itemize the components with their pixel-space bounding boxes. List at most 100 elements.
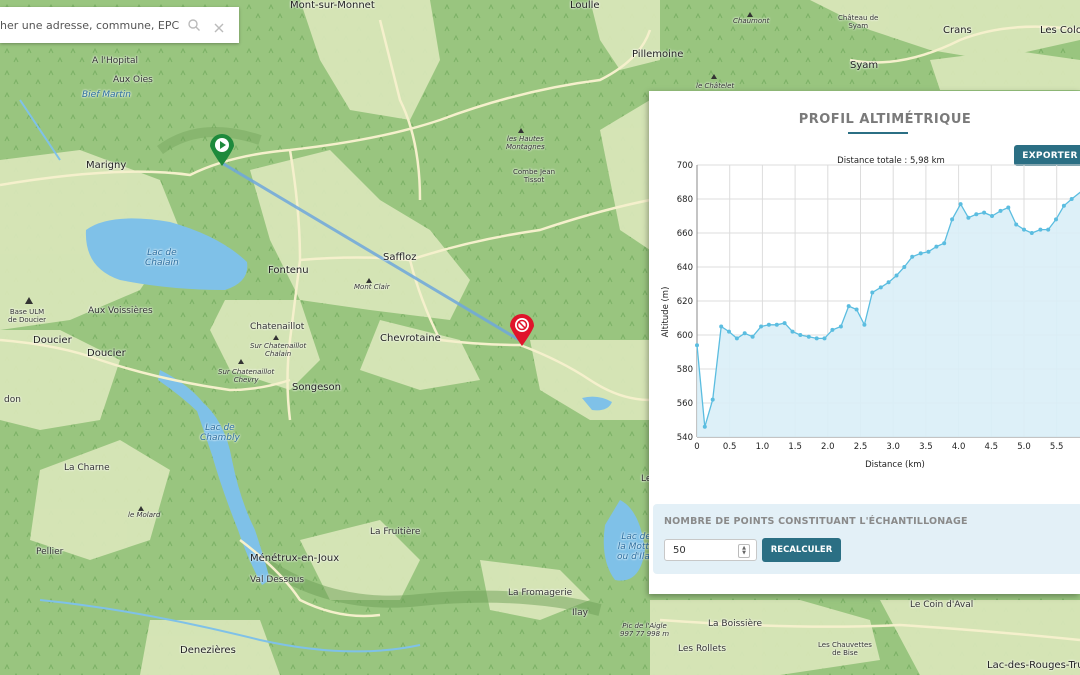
y-axis-label: Altitude (m) [661, 287, 671, 338]
profile-point[interactable] [862, 322, 867, 327]
profile-point[interactable] [766, 322, 771, 327]
profile-point[interactable] [798, 333, 803, 337]
profile-point[interactable] [974, 212, 979, 217]
profile-point[interactable] [822, 336, 827, 341]
map-label-lac-chambly: Lac de Chambly [200, 423, 240, 443]
profile-point[interactable] [1038, 227, 1043, 232]
map-label-syam: Syam [850, 60, 879, 71]
profile-point[interactable] [734, 336, 739, 341]
profile-point[interactable] [710, 397, 715, 402]
profile-point[interactable] [870, 290, 875, 295]
profile-point[interactable] [846, 304, 851, 309]
map-label-edon: don [4, 395, 21, 405]
profile-point[interactable] [1014, 222, 1019, 227]
map-label-crans: Crans [943, 25, 972, 36]
profile-point[interactable] [695, 343, 699, 348]
x-tick-label: 3.5 [919, 442, 933, 452]
map-label-saffloz: Saffloz [383, 252, 417, 263]
profile-point[interactable] [742, 331, 747, 336]
map-label-fontenu: Fontenu [268, 265, 309, 276]
profile-point[interactable] [934, 244, 939, 249]
profile-point[interactable] [790, 329, 795, 334]
profile-point[interactable] [958, 202, 963, 207]
profile-point[interactable] [750, 334, 755, 339]
profile-point[interactable] [878, 285, 883, 290]
map-label-pillemoine: Pillemoine [632, 49, 684, 60]
profile-point[interactable] [838, 324, 843, 329]
map-label-songeson: Songeson [292, 382, 341, 393]
profile-point[interactable] [894, 273, 899, 278]
profile-point[interactable] [1022, 227, 1026, 232]
map-label-menetrux: Ménétrux-en-Joux [250, 553, 340, 564]
profile-point[interactable] [830, 327, 835, 332]
x-tick-label: 4.0 [952, 442, 966, 452]
x-tick-label: 3.0 [886, 442, 900, 452]
profile-point[interactable] [966, 215, 971, 220]
map-label-ilay: Ilay [572, 608, 588, 618]
profile-point[interactable] [982, 210, 987, 215]
y-tick-label: 560 [677, 399, 693, 409]
search-icon[interactable] [188, 17, 200, 36]
profile-point[interactable] [1029, 231, 1034, 235]
profile-point[interactable] [719, 324, 724, 329]
map-label-les-colombiers: Les Colombie [1040, 25, 1080, 36]
map-label-bief-martin: Bief Martin [82, 90, 131, 100]
x-tick-label: 4.5 [985, 442, 999, 452]
map-label-le-coin-daval: Le Coin d'Aval [910, 600, 974, 610]
map-label-marigny: Marigny [86, 160, 127, 171]
profile-point[interactable] [702, 424, 707, 429]
map-label-mont-clair: Mont Clair [354, 283, 390, 291]
map-label-doucier-2: Doucier [87, 348, 126, 359]
y-tick-label: 640 [677, 263, 693, 273]
map-label-le-molard: le Molard [128, 511, 161, 519]
map-label-les-hautes-montagnes: les Hautes Montagnes [506, 135, 545, 151]
map-label-la-boissiere: La Boissière [708, 619, 763, 629]
x-tick-label: 5.5 [1050, 442, 1064, 452]
quantity-stepper-icon[interactable]: ▲ ▼ [738, 544, 750, 558]
map-label-la-fruitiere: La Fruitière [370, 527, 421, 537]
profile-point[interactable] [998, 208, 1003, 213]
profile-point[interactable] [1046, 227, 1051, 232]
map-label-pellier: Pellier [36, 547, 64, 557]
y-tick-label: 540 [677, 433, 693, 443]
map-label-sur-chatenaillot-chevry: Sur Chatenaillot Chevry [218, 368, 275, 384]
recalculate-button[interactable]: RECALCULER [762, 538, 841, 562]
profile-point[interactable] [1054, 217, 1058, 222]
x-tick-label: 0.5 [723, 442, 737, 452]
profile-point[interactable] [759, 324, 764, 329]
profile-point[interactable] [727, 329, 731, 334]
profile-point[interactable] [910, 254, 915, 259]
elevation-chart: 540 560 580 600 620 640 660 680 700 0 0.5 1.0 1.5 2.0… [661, 156, 1080, 470]
profile-point[interactable] [886, 280, 891, 285]
map-label-sur-chatenaillot-chalain: Sur Chatenaillot Chalain [250, 342, 307, 358]
profile-point[interactable] [1069, 197, 1074, 201]
profile-point[interactable] [774, 322, 779, 327]
map-label-lac-chalain: Lac de Chalain [145, 248, 179, 268]
profile-point[interactable] [950, 217, 955, 222]
profile-point[interactable] [990, 214, 994, 218]
profile-point[interactable] [926, 249, 931, 254]
map-label-lac-rouges-truites: Lac-des-Rouges-Truite [987, 660, 1080, 671]
map-label-le-chatelet: le Châtelet [696, 82, 735, 90]
profile-point[interactable] [942, 241, 947, 246]
map-label-la-fromagerie: La Fromagerie [508, 588, 573, 598]
map-label-chateau-syam: Château de Syam [838, 14, 879, 30]
map-label-doucier-1: Doucier [33, 335, 72, 346]
panel-title: PROFIL ALTIMÉTRIQUE [798, 112, 972, 127]
map-label-loulle: Loulle [570, 0, 600, 11]
profile-point[interactable] [902, 265, 907, 269]
profile-point[interactable] [918, 251, 923, 256]
points-input[interactable] [665, 540, 743, 560]
profile-point[interactable] [854, 307, 859, 312]
profile-point[interactable] [806, 334, 811, 339]
search-input[interactable] [0, 8, 180, 42]
profile-point[interactable] [1061, 203, 1066, 208]
map-label-aux-oies: Aux Oies [113, 75, 153, 85]
profile-point[interactable] [814, 336, 819, 341]
map-label-denezieres: Denezières [180, 645, 236, 656]
profile-point[interactable] [782, 321, 787, 326]
map-label-base-ulm: Base ULM de Doucier [8, 308, 47, 324]
profile-point[interactable] [1006, 205, 1011, 210]
clear-icon[interactable] [214, 18, 224, 37]
address-search-box [0, 7, 239, 43]
